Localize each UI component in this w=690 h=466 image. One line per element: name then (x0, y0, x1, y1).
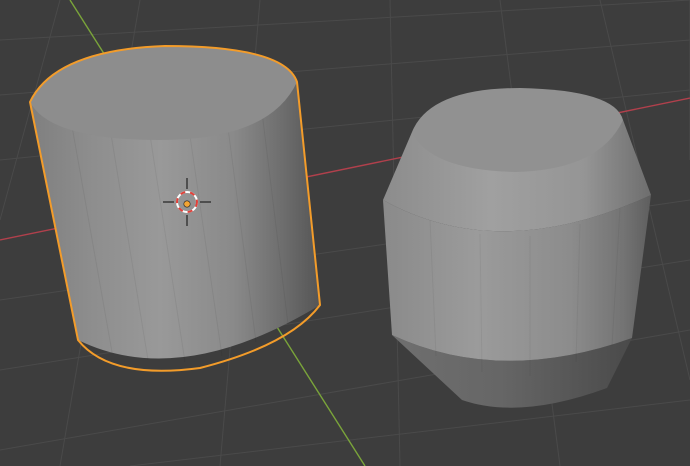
cylinder-object[interactable] (28, 44, 322, 372)
3d-viewport[interactable] (0, 0, 690, 466)
beveled-cylinder-object[interactable] (383, 88, 651, 408)
object-origin-icon (183, 200, 191, 208)
